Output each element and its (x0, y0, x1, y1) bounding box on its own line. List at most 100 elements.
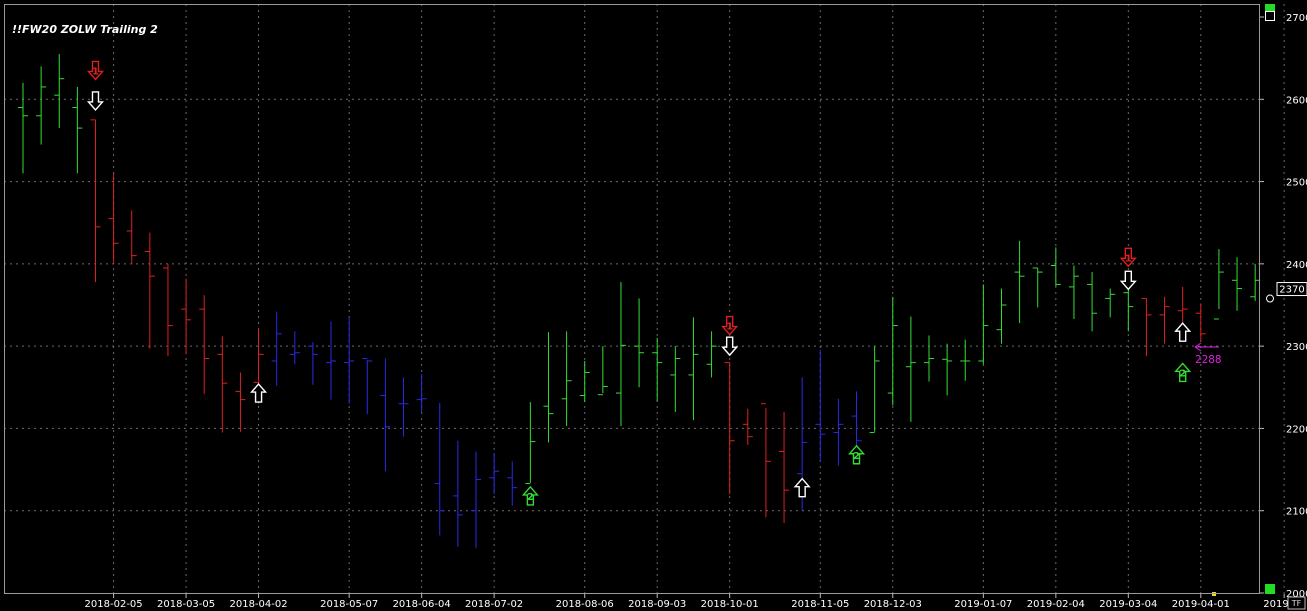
ohlc-bar (90, 119, 101, 282)
ohlc-bar (978, 284, 989, 365)
ohlc-bar (1068, 265, 1079, 319)
signal-label: 1 (92, 66, 99, 77)
ohlc-bar (688, 317, 699, 421)
ohlc-bar (398, 377, 409, 437)
annotations: 2370 2288 TF (1194, 282, 1307, 610)
ohlc-bar (507, 461, 518, 506)
signal-arrows: 1 2 1 2 1 2 (86, 60, 1192, 506)
buy-arrow-icon: 2 (1174, 362, 1192, 383)
buy-arrow-icon (1174, 322, 1192, 342)
ohlc-bar (561, 331, 572, 426)
ohlc-bar (1213, 249, 1224, 320)
x-tick-label: 2018-10-01 (701, 599, 759, 610)
ohlc-bar (307, 342, 318, 385)
x-tick-label: 2018-06-04 (393, 599, 451, 610)
x-tick-label: 2019-01-07 (954, 599, 1012, 610)
x-tick-label: 2018-08-06 (556, 599, 614, 610)
ohlc-bar (126, 210, 137, 264)
x-tick-label: 2018-11-05 (791, 599, 849, 610)
ohlc-bar (525, 402, 536, 485)
annotation-value-label: 2288 (1195, 353, 1222, 366)
ohlc-bar (905, 316, 916, 422)
zoom-top-box-icon[interactable] (1265, 11, 1275, 21)
y-tick-label: 2200 (1286, 424, 1307, 435)
ohlc-bar (942, 343, 953, 396)
ohlc-bar (18, 82, 28, 174)
ohlc-bar (597, 346, 608, 396)
ohlc-bar (362, 357, 373, 415)
x-tick-label: 2018-12-03 (864, 599, 922, 610)
ohlc-bar (108, 173, 119, 264)
ohlc-bar (634, 298, 645, 388)
y-tick-label: 2300 (1286, 342, 1307, 353)
ohlc-bar (1141, 297, 1152, 357)
signal-label: 2 (1179, 368, 1186, 379)
x-tick-label: 2018-07-02 (465, 599, 523, 610)
current-value-label: 2370 (1279, 285, 1304, 296)
x-tick-label: 2018-05-07 (320, 599, 378, 610)
ohlc-bar (1014, 240, 1025, 324)
price-bars (18, 54, 1261, 548)
ohlc-bar (1105, 288, 1116, 318)
ohlc-bar (1087, 272, 1098, 332)
ohlc-bar (452, 440, 463, 547)
x-tick-label: 2018-09-03 (628, 599, 686, 610)
ohlc-bar (579, 360, 590, 403)
y-tick-label: 2600 (1286, 95, 1307, 106)
ohlc-bar (1195, 303, 1206, 342)
ohlc-bar (779, 411, 790, 524)
y-tick-label: 2700 (1286, 13, 1307, 24)
ohlc-bar (924, 335, 934, 382)
arrow-shape (1119, 270, 1137, 291)
ohlc-bar (471, 451, 481, 548)
ohlc-bar (416, 374, 427, 413)
buy-arrow-icon (250, 382, 268, 403)
ohlc-bar (1159, 296, 1170, 344)
ohlc-bar (1250, 263, 1261, 301)
corner-label: TF (1291, 599, 1302, 608)
sell-arrow-icon: 1 (86, 60, 105, 81)
ohlc-bar (380, 358, 391, 472)
ohlc-bar (670, 346, 681, 412)
arrow-shape (86, 91, 105, 111)
ohlc-bar (869, 346, 880, 434)
sell-arrow-icon: 1 (721, 315, 739, 336)
ohlc-bar (326, 321, 337, 400)
arrow-shape (250, 382, 268, 403)
ohlc-bar (615, 281, 626, 426)
ohlc-bar (235, 372, 246, 432)
ohlc-bar (724, 362, 735, 495)
ohlc-bar (217, 336, 228, 433)
x-tick-label: 2019-02-04 (1027, 599, 1085, 610)
ohlc-bar (1050, 247, 1061, 287)
ohlc-bar (833, 398, 844, 466)
ohlc-bar (72, 86, 83, 174)
sell-arrow-icon (1119, 270, 1137, 291)
ohlc-bar (543, 332, 554, 443)
ohlc-chart[interactable]: 121212 20002100220023002400250026002700 … (0, 0, 1307, 611)
ohlc-bar (344, 317, 355, 404)
ohlc-bar (199, 295, 210, 394)
ohlc-bar (181, 278, 192, 355)
ohlc-bar (1232, 257, 1243, 311)
ohlc-bar (289, 331, 300, 365)
buy-arrow-icon: 2 (521, 485, 539, 506)
ohlc-bar (742, 408, 753, 445)
ohlc-bar (271, 311, 282, 386)
signal-label: 1 (1125, 253, 1132, 264)
signal-label: 1 (726, 322, 733, 333)
ohlc-bar (162, 263, 173, 357)
ohlc-bar (36, 66, 47, 145)
x-tick-label: 2018-03-05 (157, 599, 215, 610)
x-tick-label: 2019-03-04 (1099, 599, 1157, 610)
x-tick-label: 2018-04-02 (229, 599, 287, 610)
y-tick-label: 2100 (1286, 507, 1307, 518)
ohlc-bar (1177, 286, 1188, 329)
zoom-bottom-handle[interactable] (1265, 584, 1275, 594)
arrow-shape (793, 477, 811, 498)
ohlc-bar (760, 403, 771, 518)
ohlc-bar (996, 288, 1007, 344)
bottom-marker (1212, 592, 1216, 596)
arrow-shape (1174, 322, 1192, 342)
ohlc-bar (489, 453, 500, 495)
